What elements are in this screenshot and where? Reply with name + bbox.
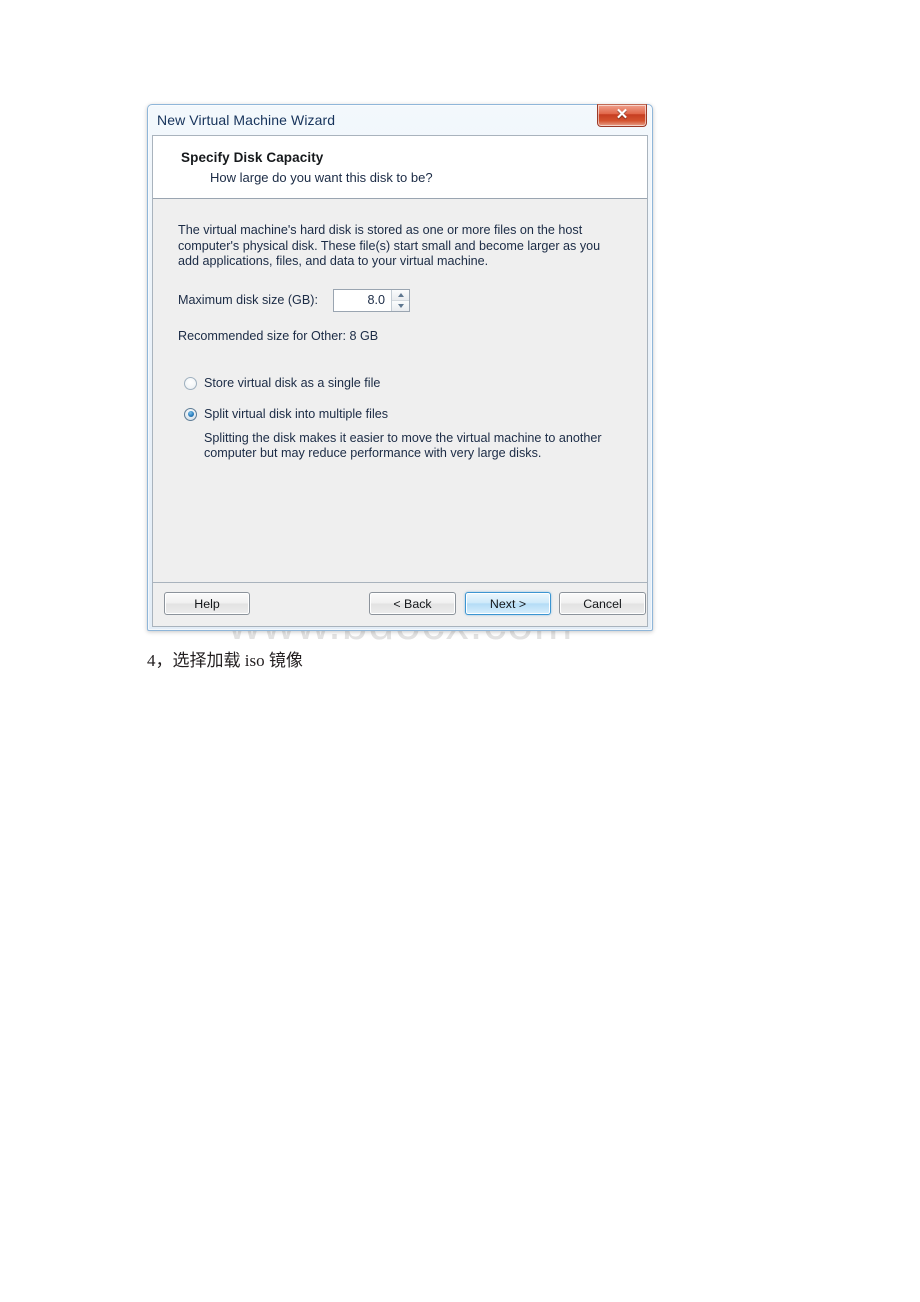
radio-store-single-file-label: Store virtual disk as a single file xyxy=(204,375,381,390)
disk-size-input[interactable]: 8.0 xyxy=(334,290,391,311)
disk-storage-options: Store virtual disk as a single file Spli… xyxy=(178,376,623,462)
radio-icon xyxy=(184,376,197,390)
radio-split-multiple-files-label: Split virtual disk into multiple files xyxy=(204,406,389,421)
radio-split-help-text: Splitting the disk makes it easier to mo… xyxy=(204,430,602,461)
back-button[interactable]: < Back xyxy=(369,592,456,615)
page-subtitle: How large do you want this disk to be? xyxy=(210,170,433,185)
radio-selected-icon xyxy=(184,407,197,421)
dialog-titlebar: New Virtual Machine Wizard ✕ xyxy=(152,104,648,135)
next-button[interactable]: Next > xyxy=(465,592,551,615)
arrow-up-icon[interactable] xyxy=(392,289,409,300)
cancel-button[interactable]: Cancel xyxy=(559,592,646,615)
dialog-title: New Virtual Machine Wizard xyxy=(157,112,336,128)
maximum-disk-size-label: Maximum disk size (GB): xyxy=(178,293,318,307)
disk-description-text: The virtual machine's hard disk is store… xyxy=(178,223,601,268)
dialog-client-area: Specify Disk Capacity How large do you w… xyxy=(152,135,648,627)
close-glyph: ✕ xyxy=(615,107,629,123)
radio-split-multiple-files[interactable]: Split virtual disk into multiple files xyxy=(178,407,623,422)
recommended-size-text: Recommended size for Other: 8 GB xyxy=(178,328,379,343)
new-virtual-machine-wizard-dialog: New Virtual Machine Wizard ✕ Specify Dis… xyxy=(147,104,653,631)
maximum-disk-size-row: Maximum disk size (GB): 8.0 xyxy=(178,288,623,312)
help-button[interactable]: Help xyxy=(164,592,250,615)
close-icon[interactable]: ✕ xyxy=(597,104,647,127)
page-title: Specify Disk Capacity xyxy=(181,150,324,165)
disk-size-stepper[interactable]: 8.0 xyxy=(333,288,410,312)
wizard-body: The virtual machine's hard disk is store… xyxy=(153,199,647,582)
dialog-button-bar: Help < Back Next > Cancel xyxy=(153,582,647,626)
disk-size-stepper-arrows xyxy=(391,289,409,311)
page-caption: 4，选择加载 iso 镜像 xyxy=(147,651,303,670)
radio-store-single-file[interactable]: Store virtual disk as a single file xyxy=(178,376,623,391)
wizard-header-panel: Specify Disk Capacity How large do you w… xyxy=(153,136,647,199)
arrow-down-icon[interactable] xyxy=(392,299,409,311)
